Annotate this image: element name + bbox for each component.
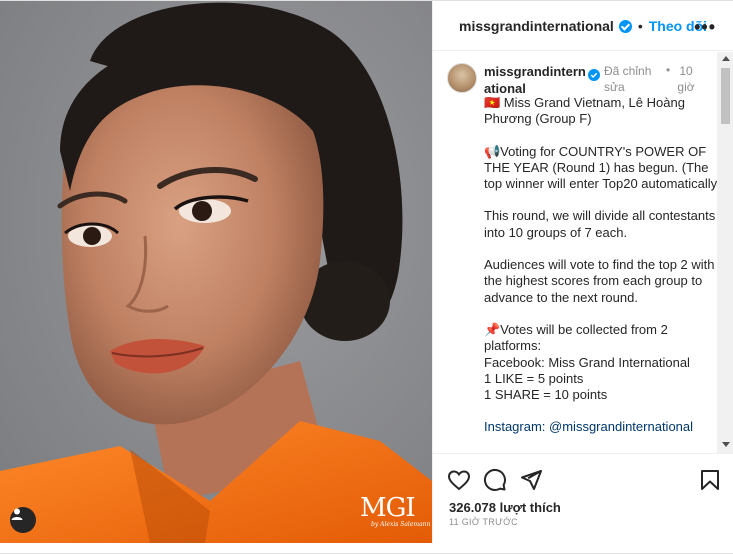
verified-badge-icon [588, 69, 600, 81]
likes-count[interactable]: 326.078 lượt thích [449, 500, 561, 515]
watermark-logo: MGI [360, 493, 416, 523]
instagram-post-modal: MGI by Alexis Salemann missgrandinternat… [0, 0, 733, 554]
caption-line: 1 SHARE = 10 points [484, 387, 608, 403]
caption-scroll-area[interactable]: missgrandinternational Đã chỉnh sửa • 10… [433, 52, 733, 453]
scroll-up-arrow-icon[interactable] [722, 56, 730, 61]
caption-line: Audiences will vote to find the top 2 wi… [484, 257, 715, 305]
edited-label: Đã chỉnh sửa [604, 64, 652, 94]
caption-line [484, 306, 724, 322]
scroll-down-arrow-icon[interactable] [722, 442, 730, 447]
header-separator: • [637, 17, 643, 34]
portrait-illustration [0, 2, 432, 543]
user-tag-button[interactable] [10, 507, 36, 533]
caption-line: Facebook: Miss Grand International [484, 354, 690, 370]
post-age[interactable]: 10 giờ [677, 63, 695, 95]
caption-text: 🇻🇳 Miss Grand Vietnam, Lê Hoàng Phương (… [484, 95, 724, 436]
post-side-panel: missgrandinternational • Theo dõi ••• mi… [432, 1, 733, 543]
caption-line [484, 241, 724, 257]
bookmark-icon[interactable] [698, 468, 722, 492]
post-timestamp[interactable]: 11 GIỜ TRƯỚC [449, 517, 518, 527]
heart-icon[interactable] [447, 468, 471, 492]
header-username[interactable]: missgrandinternational [459, 18, 614, 34]
caption-line: 📌Votes will be collected from 2 platform… [484, 321, 668, 354]
caption-instagram-mention[interactable]: Instagram: @missgrandinternational [484, 419, 724, 435]
caption-line: 📢Voting for COUNTRY's POWER OF THE YEAR … [484, 143, 722, 192]
caption-author[interactable]: missgrandinternational [484, 63, 591, 97]
caption-line [484, 403, 724, 419]
author-avatar[interactable] [447, 63, 477, 93]
send-icon[interactable] [519, 468, 543, 492]
post-header: missgrandinternational • Theo dõi ••• [433, 1, 733, 51]
post-photo[interactable]: MGI by Alexis Salemann [0, 1, 432, 543]
meta-separator: • [666, 63, 671, 77]
scroll-thumb[interactable] [721, 68, 730, 124]
caption-line: 1 LIKE = 5 points [484, 370, 584, 386]
comment-icon[interactable] [483, 468, 507, 492]
caption-line [484, 192, 724, 208]
more-options-icon[interactable]: ••• [694, 18, 716, 36]
user-tag-icon [11, 508, 23, 520]
caption-scrollbar[interactable] [717, 52, 733, 453]
watermark-credit: by Alexis Salemann [371, 521, 431, 528]
caption-line [484, 128, 724, 144]
post-actions: 326.078 lượt thích 11 GIỜ TRƯỚC [433, 453, 733, 543]
verified-badge-icon [618, 20, 632, 33]
caption-line: 🇻🇳 Miss Grand Vietnam, Lê Hoàng Phương (… [484, 95, 685, 127]
caption-line: This round, we will divide all contestan… [484, 208, 716, 240]
